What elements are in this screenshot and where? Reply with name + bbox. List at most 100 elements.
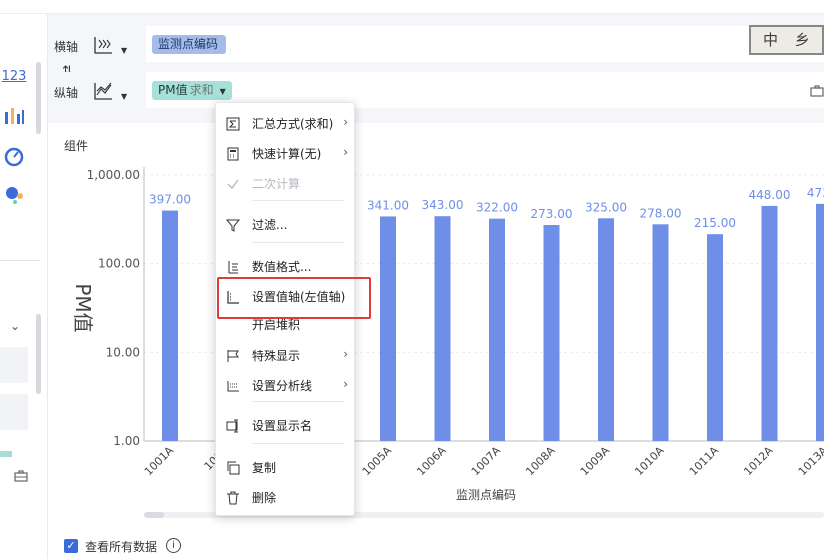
left-list-item[interactable] bbox=[0, 394, 28, 430]
menu-item[interactable]: 特殊显示 › bbox=[216, 343, 356, 367]
toolbox-icon[interactable] bbox=[810, 84, 824, 98]
menu-item[interactable]: 删除 bbox=[216, 485, 356, 509]
data-label: 397.00 bbox=[149, 193, 191, 207]
calculator-icon bbox=[226, 146, 240, 161]
menu-item[interactable]: 复制 bbox=[216, 455, 356, 479]
bar-chart-icon[interactable] bbox=[2, 104, 26, 128]
x-tick-label: 1007A bbox=[469, 444, 504, 479]
bar[interactable] bbox=[380, 216, 396, 441]
gauge-icon[interactable] bbox=[2, 144, 26, 168]
bar-chart: 1.00 10.00 100.00 1,000.00 PM值监测点编码 397.00 100… bbox=[71, 167, 824, 502]
bar[interactable] bbox=[761, 205, 778, 441]
menu-separator bbox=[252, 242, 344, 243]
view-all-data-checkbox[interactable]: ✓ bbox=[64, 539, 78, 553]
y-axis-title: PM值 bbox=[71, 283, 95, 332]
x-axis-type-icon[interactable] bbox=[92, 34, 114, 56]
menu-item[interactable]: 过滤... bbox=[216, 212, 356, 236]
y-tick-label: 10.00 bbox=[106, 345, 140, 359]
bar[interactable] bbox=[707, 234, 723, 441]
y-axis-type-icon[interactable] bbox=[92, 80, 114, 102]
menu-item-label: 快速计算(无) bbox=[252, 147, 322, 161]
x-tick-label: 1013A bbox=[796, 444, 824, 479]
bar[interactable] bbox=[434, 216, 451, 441]
x-tick-label: 1012A bbox=[741, 444, 776, 479]
menu-item-label: 设置显示名 bbox=[252, 419, 313, 433]
analysis-line-icon bbox=[226, 378, 240, 392]
y-field-chip[interactable]: PM值 求和 ▼ bbox=[152, 81, 232, 100]
bar[interactable] bbox=[816, 203, 824, 441]
x-axis-dropzone[interactable]: 监测点编码 bbox=[146, 26, 824, 62]
number-format-icon bbox=[226, 259, 240, 274]
y-axis-caret-icon[interactable]: ▼ bbox=[121, 92, 127, 101]
rename-icon bbox=[226, 418, 240, 433]
x-tick-label: 1008A bbox=[523, 444, 558, 479]
x-tick-label: 1011A bbox=[687, 444, 722, 479]
chevron-right-icon: › bbox=[343, 377, 348, 391]
x-axis-caret-icon[interactable]: ▼ bbox=[121, 46, 127, 55]
highlight-annotation bbox=[217, 277, 371, 319]
y-tick-label: 100.00 bbox=[98, 257, 140, 271]
y-chip-agg: 求和 bbox=[189, 83, 214, 97]
number-field-icon[interactable]: 123 bbox=[1, 64, 27, 88]
x-axis-label: 横轴 bbox=[54, 40, 79, 54]
data-label: 448.00 bbox=[749, 188, 791, 202]
check-icon bbox=[226, 176, 240, 190]
menu-separator bbox=[252, 200, 344, 201]
data-label: 278.00 bbox=[640, 206, 682, 220]
counter-label: 123 bbox=[1, 68, 27, 84]
menu-item[interactable]: 设置显示名 bbox=[216, 413, 356, 437]
menu-item[interactable]: 数值格式... bbox=[216, 254, 356, 278]
data-label: 273.00 bbox=[531, 207, 573, 221]
x-axis-title: 监测点编码 bbox=[456, 487, 516, 502]
bar[interactable] bbox=[543, 224, 560, 441]
bar[interactable] bbox=[489, 218, 505, 441]
scatter-icon[interactable] bbox=[2, 182, 26, 206]
y-chip-caret-icon[interactable]: ▼ bbox=[220, 87, 226, 96]
menu-item[interactable]: 汇总方式(求和) › bbox=[216, 111, 356, 135]
x-field-chip[interactable]: 监测点编码 bbox=[152, 35, 227, 54]
filter-icon bbox=[225, 217, 241, 232]
chevron-right-icon: › bbox=[343, 145, 348, 159]
menu-item-label: 特殊显示 bbox=[252, 349, 301, 363]
y-chip-label: PM值 bbox=[158, 83, 188, 97]
y-axis-row: 纵轴 ▼ PM值 求和 ▼ bbox=[48, 72, 824, 112]
chart-card: 组件 1.00 10.00 100.00 1,000.00 PM值 监测点编码 397.00… bbox=[48, 123, 824, 559]
x-tick-label: 1001A bbox=[142, 444, 177, 479]
x-tick-label: 1005A bbox=[360, 444, 395, 479]
menu-item-label: 删除 bbox=[252, 491, 277, 505]
y-tick-label: 1.00 bbox=[113, 434, 140, 448]
chevron-down-icon[interactable]: ⌄ bbox=[10, 319, 20, 333]
data-label: 322.00 bbox=[476, 201, 518, 215]
y-axis-label: 纵轴 bbox=[54, 86, 79, 100]
sigma-icon bbox=[226, 116, 240, 131]
view-all-data-label[interactable]: 查看所有数据 bbox=[85, 538, 157, 555]
data-label: 343.00 bbox=[422, 198, 464, 212]
left-teal-marker bbox=[0, 451, 12, 457]
x-tick-label: 1009A bbox=[578, 444, 613, 479]
info-icon[interactable]: i bbox=[166, 538, 181, 553]
menu-item[interactable]: 快速计算(无) › bbox=[216, 141, 356, 165]
menu-item-label: 汇总方式(求和) bbox=[252, 117, 334, 131]
toolbox-icon[interactable] bbox=[14, 469, 28, 483]
data-label: 341.00 bbox=[367, 198, 409, 212]
bar[interactable] bbox=[652, 224, 669, 441]
menu-item-label: 数值格式... bbox=[252, 260, 312, 274]
chart-hscroll-thumb[interactable] bbox=[144, 512, 164, 518]
menu-item-label: 过滤... bbox=[252, 218, 288, 232]
left-scrollbar[interactable] bbox=[36, 62, 41, 134]
chevron-right-icon: › bbox=[343, 115, 348, 129]
bar[interactable] bbox=[162, 210, 178, 441]
menu-item-label: 二次计算 bbox=[252, 177, 301, 191]
chevron-right-icon: › bbox=[343, 347, 348, 361]
bar[interactable] bbox=[598, 218, 614, 441]
menu-item[interactable]: 设置分析线 › bbox=[216, 373, 356, 397]
data-label: 215.00 bbox=[694, 216, 736, 230]
copy-icon bbox=[226, 460, 240, 475]
left-scrollbar-lower[interactable] bbox=[36, 314, 41, 394]
left-panel: 123 ⌄ bbox=[0, 14, 48, 559]
flag-icon bbox=[226, 348, 240, 362]
left-list-item[interactable] bbox=[0, 347, 28, 383]
left-divider bbox=[0, 260, 40, 261]
data-label: 473.0 bbox=[807, 186, 824, 200]
menu-item-label: 复制 bbox=[252, 461, 277, 475]
